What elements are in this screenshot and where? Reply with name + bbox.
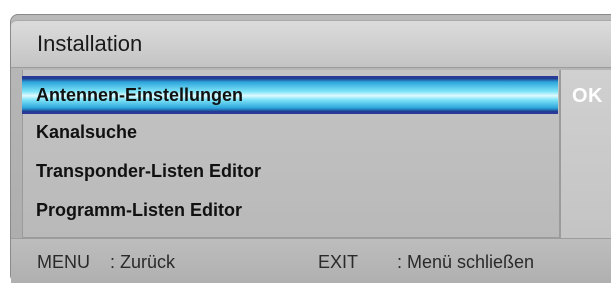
menu-item-programm-listen-editor[interactable]: Programm-Listen Editor — [22, 191, 558, 229]
menu-item-transponder-listen-editor[interactable]: Transponder-Listen Editor — [22, 152, 558, 190]
menu-key-hint: MENU — [37, 252, 90, 272]
menu-item-antennen-einstellungen[interactable]: Antennen-Einstellungen — [22, 76, 558, 114]
exit-close-hint: : Menü schließen — [397, 252, 535, 272]
dialog-title: Installation — [37, 31, 143, 56]
exit-key-hint: EXIT — [318, 252, 359, 272]
screen: Installation OK Antennen-Einstellungen K… — [0, 0, 611, 285]
menu-item-kanalsuche[interactable]: Kanalsuche — [22, 113, 558, 151]
title-bar: Installation — [11, 20, 611, 68]
menu-back-hint: : Zurück — [110, 252, 176, 272]
ok-label: OK — [572, 85, 603, 107]
